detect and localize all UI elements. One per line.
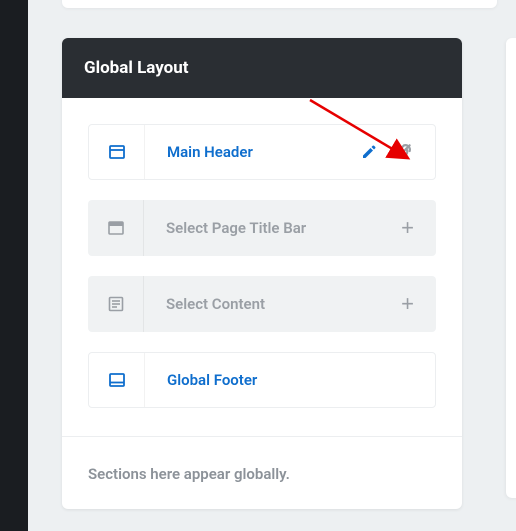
unlink-button[interactable] (391, 138, 417, 167)
row-actions (357, 138, 435, 167)
header-icon (109, 144, 125, 160)
row-icon-col (88, 200, 144, 256)
row-actions: + (397, 213, 436, 243)
add-button[interactable]: + (397, 213, 418, 243)
row-icon-col (88, 276, 144, 332)
layout-row-content[interactable]: Select Content + (88, 276, 436, 332)
row-label: Global Footer (145, 371, 417, 389)
row-label: Select Page Title Bar (144, 219, 397, 237)
row-label: Select Content (144, 295, 397, 313)
layout-row-global-footer[interactable]: Global Footer (88, 352, 436, 408)
plus-icon: + (401, 293, 414, 315)
plus-icon: + (401, 217, 414, 239)
panel-title: Global Layout (62, 38, 462, 98)
titlebar-icon (108, 220, 124, 236)
row-label: Main Header (145, 143, 357, 161)
panel-body: Main Header (62, 98, 462, 436)
right-card-sliver (506, 38, 516, 498)
content-icon (108, 296, 124, 312)
edit-button[interactable] (357, 140, 381, 164)
dark-sidebar (0, 0, 28, 531)
main-area: Global Layout Main Header (28, 0, 516, 531)
unlink-icon (395, 142, 413, 163)
row-actions: + (397, 289, 436, 319)
global-layout-panel: Global Layout Main Header (62, 38, 462, 509)
layout-row-page-title-bar[interactable]: Select Page Title Bar + (88, 200, 436, 256)
row-icon-col (89, 353, 145, 407)
add-button[interactable]: + (397, 289, 418, 319)
layout-row-main-header[interactable]: Main Header (88, 124, 436, 180)
pencil-icon (361, 144, 377, 160)
footer-icon (109, 372, 125, 388)
top-card-sliver (62, 0, 497, 8)
panel-hint: Sections here appear globally. (62, 436, 462, 509)
row-icon-col (89, 125, 145, 179)
